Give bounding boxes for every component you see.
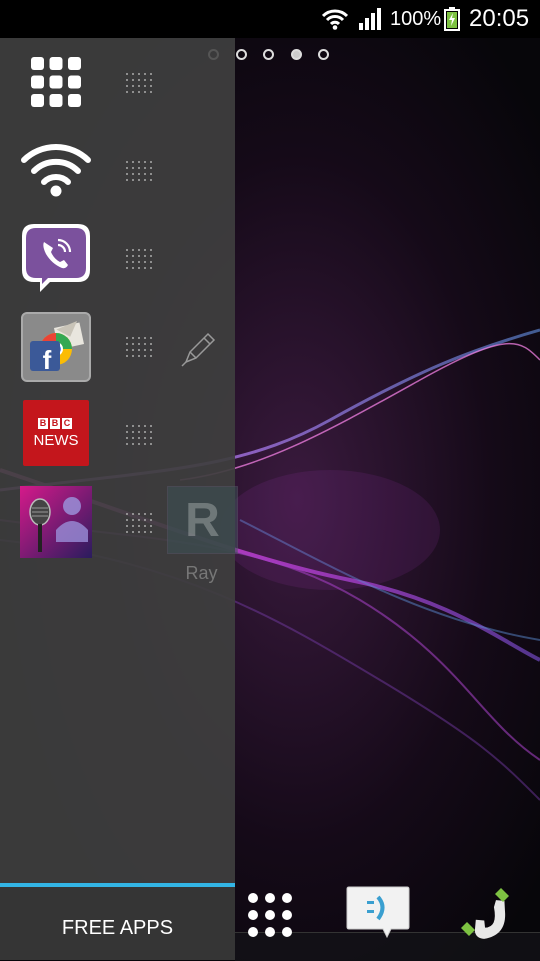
battery-charging-icon (444, 7, 460, 31)
drag-handle[interactable] (124, 247, 154, 271)
karaoke-icon[interactable] (20, 486, 92, 558)
drag-handle[interactable] (124, 511, 154, 535)
apps-button[interactable] (245, 890, 295, 940)
page-dot-4 (291, 49, 302, 60)
drag-handle[interactable] (124, 423, 154, 447)
drag-handle[interactable] (124, 71, 154, 95)
pencil-icon[interactable] (180, 330, 218, 368)
facebook-folder-icon[interactable]: f (20, 311, 92, 383)
wifi-icon (322, 9, 348, 30)
free-apps-label: FREE APPS (61, 917, 174, 939)
dock (235, 860, 540, 961)
page-dot-3 (263, 49, 274, 60)
viber-icon[interactable] (20, 222, 92, 294)
status-bar: 100% 20:05 (0, 0, 540, 38)
drag-handle[interactable] (124, 159, 154, 183)
dragging-app-letter: R (185, 494, 220, 547)
clock: 20:05 (469, 5, 530, 32)
bbc-news-icon[interactable]: B B C NEWS (23, 400, 89, 466)
battery-percent: 100% (390, 8, 442, 30)
page-dot-1 (208, 49, 219, 60)
bbc-news-label: NEWS (33, 432, 79, 449)
page-dot-2 (236, 49, 247, 60)
app-grid-icon[interactable] (20, 46, 92, 118)
wifi-widget-icon[interactable] (20, 134, 92, 206)
drag-handle[interactable] (124, 335, 154, 359)
signal-icon (359, 8, 381, 30)
svg-text:f: f (43, 345, 52, 375)
free-apps-button[interactable]: FREE APPS (0, 883, 235, 960)
dragging-app-icon[interactable]: R (167, 486, 238, 554)
phone-icon[interactable] (455, 882, 515, 942)
bbc-logo-blocks: B B C (38, 418, 72, 429)
page-dot-5 (318, 49, 329, 60)
messaging-icon[interactable] (345, 885, 411, 941)
dragging-app-label: Ray (185, 563, 218, 583)
